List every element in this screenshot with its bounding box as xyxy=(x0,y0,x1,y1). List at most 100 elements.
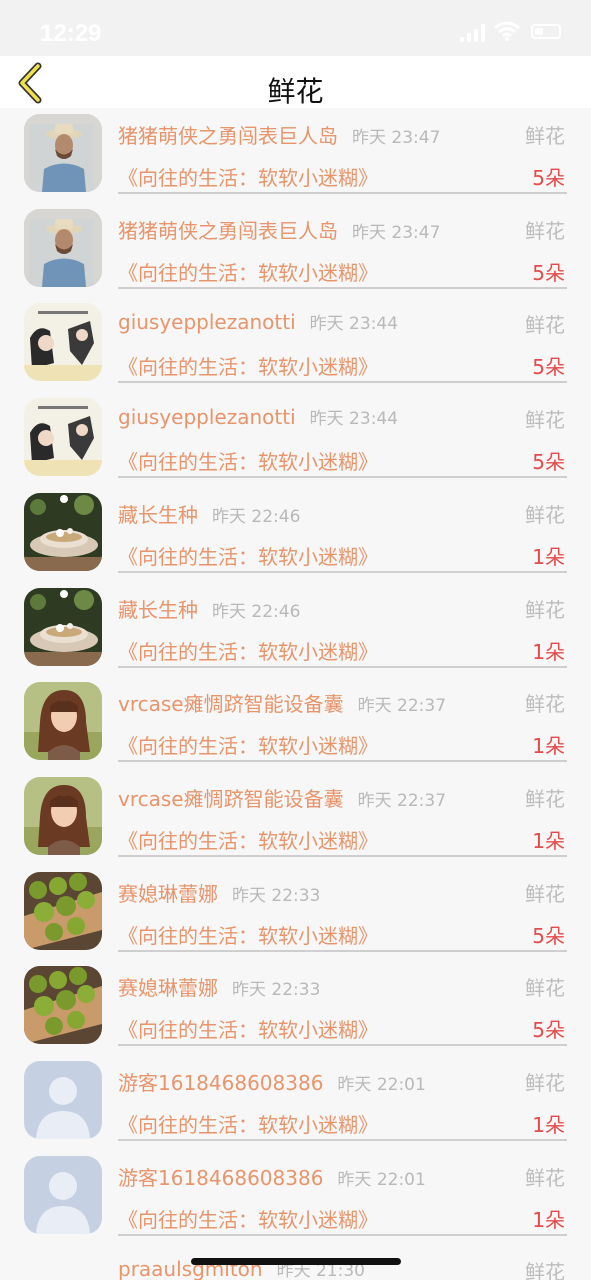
list-item[interactable]: 赛媳琳蕾娜 昨天 22:33 鲜花《向往的生活：软软小迷糊》 5朵 xyxy=(0,866,591,961)
sender-name-text: 游客1618468608386 xyxy=(118,1071,324,1095)
list-item[interactable]: 游客1618468608386 昨天 22:01 鲜花《向往的生活：软软小迷糊》 1朵 xyxy=(0,1055,591,1150)
row-divider xyxy=(118,1233,567,1236)
sender-name-text: vrcase瘫惆跻智能设备囊 xyxy=(118,692,344,717)
sender-name[interactable]: 游客1618468608386 昨天 22:01 xyxy=(118,1162,426,1191)
gift-type: 鲜花 xyxy=(525,786,565,811)
sender-name[interactable]: 猪猪萌侠之勇闯表巨人岛 昨天 23:47 xyxy=(118,120,440,149)
gift-type: 鲜花 xyxy=(525,502,565,527)
sender-name-text: vrcase瘫惆跻智能设备囊 xyxy=(118,786,344,811)
sender-name[interactable]: vrcase瘫惆跻智能设备囊 昨天 22:37 xyxy=(118,783,446,812)
program-title[interactable]: 《向往的生活：软软小迷糊》 xyxy=(118,1109,378,1138)
sender-name[interactable]: giusyepplezanotti 昨天 23:44 xyxy=(118,404,398,429)
row-divider xyxy=(118,476,567,479)
list-item[interactable]: 猪猪萌侠之勇闯表巨人岛 昨天 23:47 鲜花《向往的生活：软软小迷糊》 5朵 xyxy=(0,108,591,203)
program-title[interactable]: 《向往的生活：软软小迷糊》 xyxy=(118,825,378,854)
sender-name[interactable]: giusyepplezanotti 昨天 23:44 xyxy=(118,309,398,334)
avatar[interactable] xyxy=(24,1061,102,1139)
list-item[interactable]: 藏长生种 昨天 22:46 鲜花 《向往的生活：软软小迷糊》 1朵 xyxy=(0,582,591,677)
gift-count: 1朵 xyxy=(532,734,565,759)
row-divider xyxy=(118,1044,567,1047)
gift-type: 鲜花 xyxy=(525,218,565,243)
row-divider xyxy=(118,192,567,194)
gift-count: 1朵 xyxy=(532,544,565,569)
gift-count: 1朵 xyxy=(532,639,565,664)
program-title[interactable]: 《向往的生活：软软小迷糊》 xyxy=(118,1204,378,1233)
program-title[interactable]: 《向往的生活：软软小迷糊》 xyxy=(118,636,378,665)
nav-bar: 鲜花 xyxy=(0,56,591,108)
list-item[interactable]: 猪猪萌侠之勇闯表巨人岛 昨天 23:47 鲜花 《向往的生活：软软小迷糊》 5朵 xyxy=(0,203,591,298)
row-divider xyxy=(118,665,567,668)
sender-name-text: giusyepplezanotti xyxy=(118,310,296,335)
program-title[interactable]: 《向往的生活：软软小迷糊》 xyxy=(118,446,378,475)
list-item[interactable]: 游客1618468608386 昨天 22:01 鲜花 《向往的生活：软软小迷糊》 1朵 xyxy=(0,1150,591,1245)
avatar[interactable] xyxy=(24,398,102,477)
timestamp: 昨天 22:33 xyxy=(232,885,321,906)
gift-type: 鲜花 xyxy=(525,881,565,906)
program-title[interactable]: 《向往的生活：软软小迷糊》 xyxy=(118,730,378,759)
timestamp: 昨天 22:33 xyxy=(232,980,321,1001)
avatar[interactable] xyxy=(24,492,102,571)
sender-name[interactable]: 赛媳琳蕾娜 昨天 22:33 xyxy=(118,878,320,907)
avatar[interactable] xyxy=(24,587,102,666)
timestamp: 昨天 23:47 xyxy=(352,128,441,148)
program-title[interactable]: 《向往的生活：软软小迷糊》 xyxy=(118,162,378,191)
gift-count: 1朵 xyxy=(532,828,565,853)
sender-name-text: 赛媳琳蕾娜 xyxy=(118,976,218,1001)
timestamp: 昨天 22:46 xyxy=(212,506,301,527)
gift-type: 鲜花 xyxy=(525,408,565,433)
sender-name[interactable]: 游客1618468608386 昨天 22:01 xyxy=(118,1067,426,1096)
timestamp: 昨天 22:37 xyxy=(357,790,447,811)
row-divider xyxy=(118,854,567,857)
list-item[interactable]: giusyepplezanotti 昨天 23:44 鲜花 《向往的生活：软软小迷糊》… xyxy=(0,297,591,392)
avatar[interactable] xyxy=(24,776,102,855)
page-title: 鲜花 xyxy=(267,75,324,108)
sender-name-text: 猪猪萌侠之勇闯表巨人岛 xyxy=(118,124,338,148)
gift-type: 鲜花 xyxy=(525,1165,565,1190)
home-indicator[interactable] xyxy=(191,1258,401,1265)
row-divider xyxy=(118,286,567,289)
sender-name-text: 藏长生种 xyxy=(118,597,198,622)
gift-type: 鲜花 xyxy=(525,124,565,148)
gift-count: 1朵 xyxy=(532,1113,565,1137)
program-title[interactable]: 《向往的生活：软软小迷糊》 xyxy=(118,920,378,949)
program-title[interactable]: 《向往的生活：软软小迷糊》 xyxy=(118,351,378,380)
program-title[interactable]: 《向往的生活：软软小迷糊》 xyxy=(118,541,378,570)
avatar[interactable] xyxy=(24,682,102,761)
gift-list[interactable]: 猪猪萌侠之勇闯表巨人岛 昨天 23:47 鲜花 《向往的生活：软软小迷糊》 5朵 猪猪萌侠… xyxy=(0,108,591,1280)
sender-name[interactable]: 猪猪萌侠之勇闯表巨人岛 昨天 23:47 xyxy=(118,215,440,244)
row-divider xyxy=(118,760,567,763)
list-item[interactable]: vrcase瘫惆跻智能设备囊 昨天 22:37 鲜花《向往的生活：软软小迷糊》 1朵 xyxy=(0,771,591,866)
row-divider xyxy=(118,381,567,384)
avatar[interactable] xyxy=(24,114,102,192)
row-divider xyxy=(118,570,567,573)
list-item[interactable]: vrcase瘫惆跻智能设备囊 昨天 22:37 鲜花《向往的生活：软软小迷糊》 1朵 xyxy=(0,676,591,771)
status-time: 12:29 xyxy=(40,20,102,47)
sender-name-text: 游客1618468608386 xyxy=(118,1165,324,1190)
list-item[interactable]: 藏长生种 昨天 22:46 鲜花《向往的生活：软软小迷糊》 1朵 xyxy=(0,487,591,582)
timestamp: 昨天 22:01 xyxy=(337,1075,426,1095)
list-item[interactable]: 赛媳琳蕾娜 昨天 22:33 鲜花 《向往的生活：软软小迷糊》 5朵 xyxy=(0,960,591,1055)
battery-icon xyxy=(531,24,561,39)
sender-name[interactable]: 赛媳琳蕾娜 昨天 22:33 xyxy=(118,972,320,1001)
gift-count: 5朵 xyxy=(532,166,565,190)
list-item[interactable]: giusyepplezanotti 昨天 23:44 鲜花《向往的生活：软软小迷糊》… xyxy=(0,392,591,487)
avatar[interactable] xyxy=(24,303,102,382)
timestamp: 昨天 22:37 xyxy=(357,696,447,717)
avatar[interactable] xyxy=(24,966,102,1045)
avatar[interactable] xyxy=(24,871,102,950)
avatar[interactable] xyxy=(24,1155,102,1234)
sender-name[interactable]: vrcase瘫惆跻智能设备囊 昨天 22:37 xyxy=(118,688,446,717)
program-title[interactable]: 《向往的生活：软软小迷糊》 xyxy=(118,1014,378,1043)
gift-type: 鲜花 xyxy=(525,1071,565,1095)
gift-type: 鲜花 xyxy=(525,976,565,1001)
row-divider xyxy=(118,949,567,952)
program-title[interactable]: 《向往的生活：软软小迷糊》 xyxy=(118,257,378,286)
sender-name[interactable]: 藏长生种 昨天 22:46 xyxy=(118,594,300,623)
gift-type: 鲜花 xyxy=(525,692,565,717)
gift-count: 5朵 xyxy=(532,450,565,475)
sender-name[interactable]: 藏长生种 昨天 22:46 xyxy=(118,499,300,528)
sender-name-text: giusyepplezanotti xyxy=(118,405,296,430)
timestamp: 昨天 22:46 xyxy=(212,601,301,622)
avatar[interactable] xyxy=(24,208,102,287)
gift-count: 5朵 xyxy=(532,923,565,948)
